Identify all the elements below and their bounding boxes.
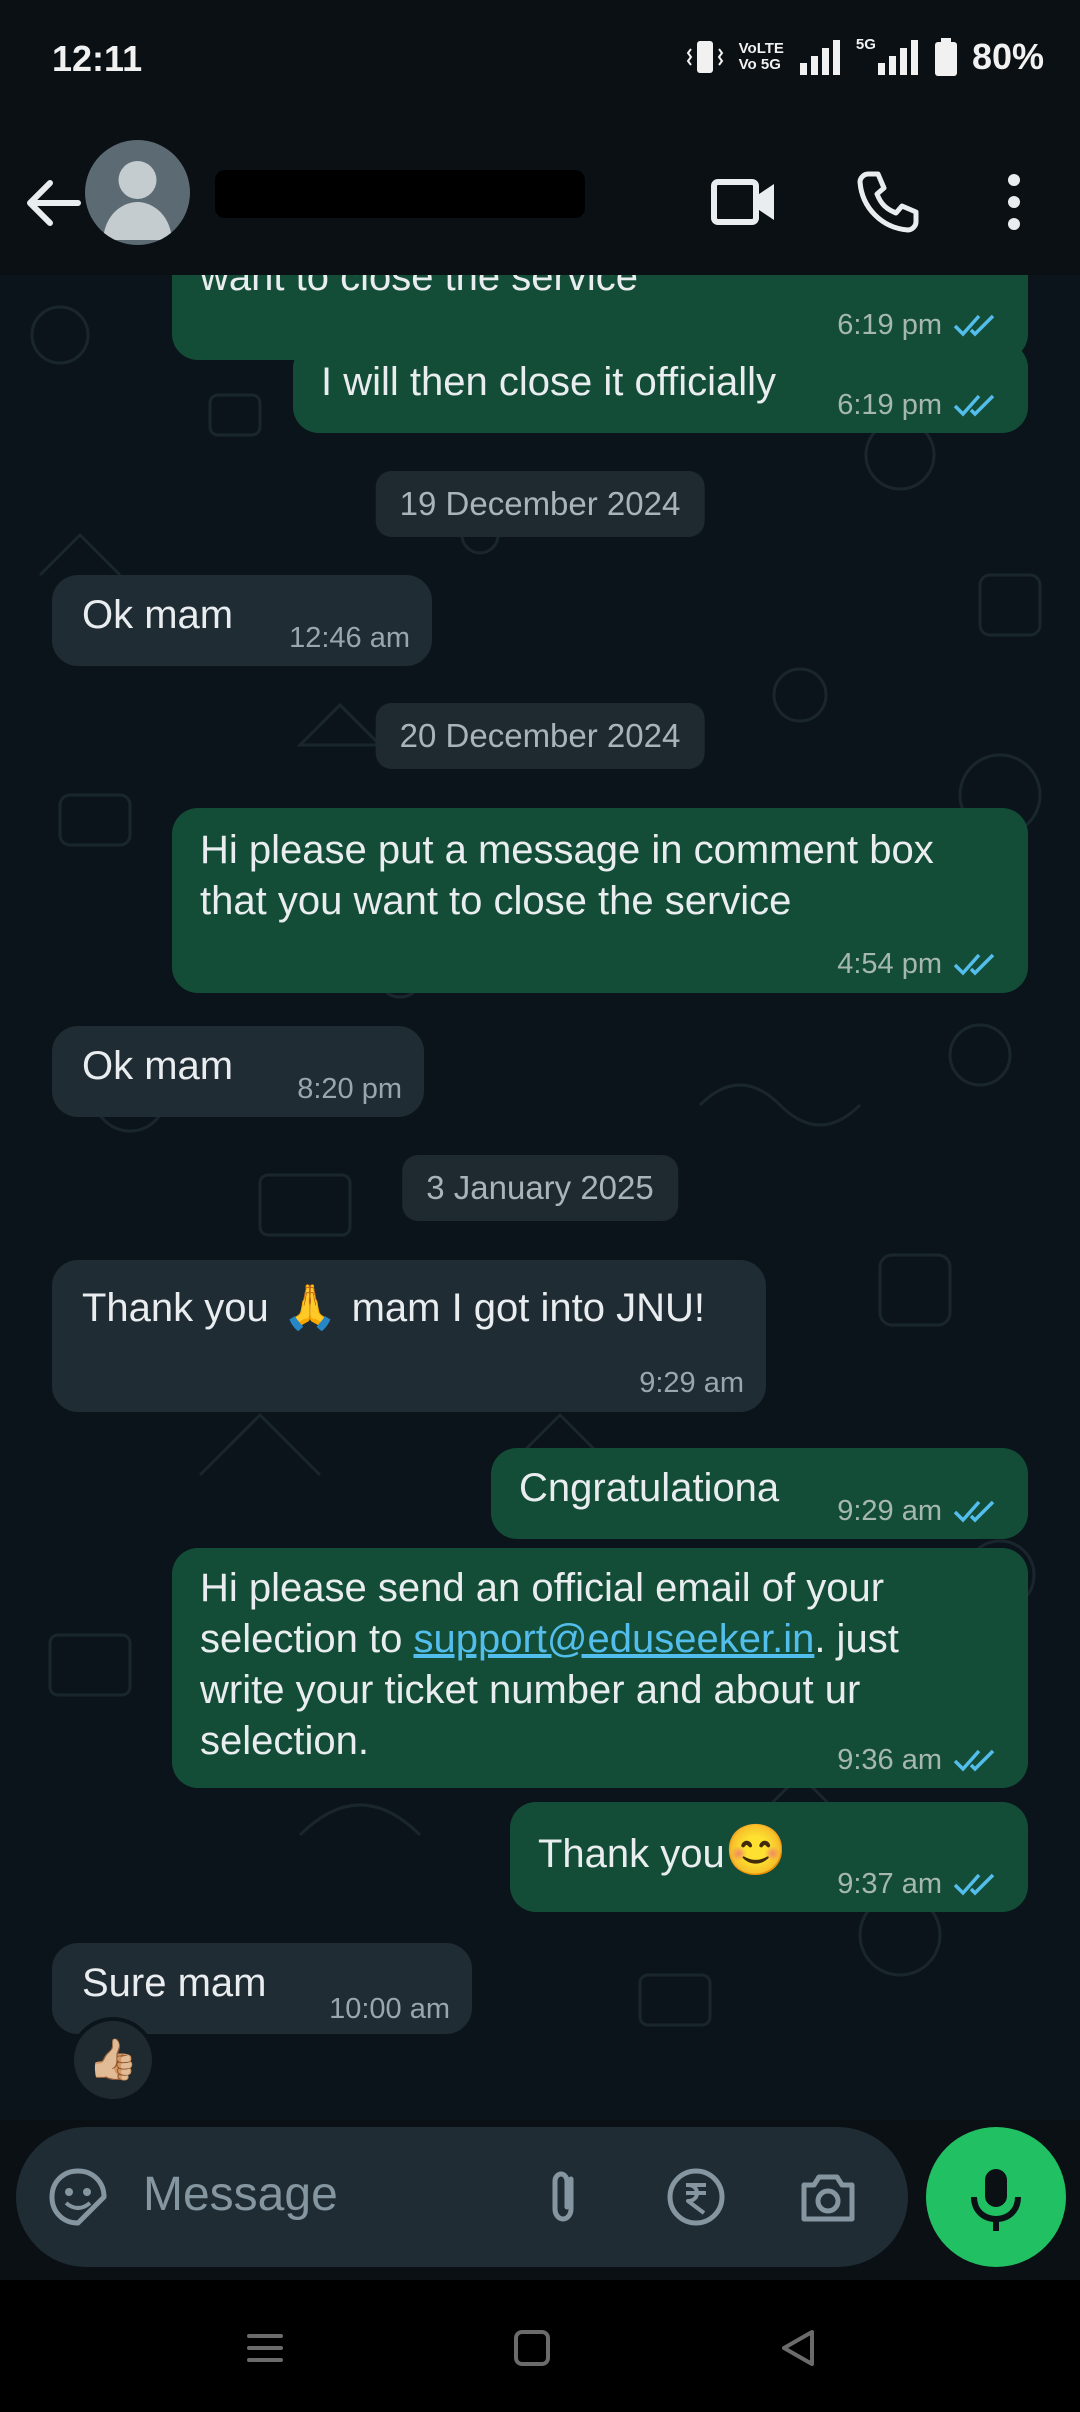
read-ticks-icon <box>953 1500 995 1523</box>
message-text: I will then close it officially <box>321 360 776 404</box>
system-nav-bar <box>0 2280 1080 2412</box>
message-text: Thank you 🙏 mam I got into JNU! <box>82 1282 705 1334</box>
email-link[interactable]: support@eduseeker.in <box>413 1617 814 1661</box>
chat-area[interactable]: want to close the service 6:19 pm I will… <box>0 275 1080 2120</box>
avatar[interactable] <box>85 140 190 245</box>
status-bar: 12:11 VoLTE Vo 5G 5G 80% <box>0 0 1080 130</box>
message-incoming[interactable]: Thank you 🙏 mam I got into JNU! 9:29 am <box>52 1260 766 1412</box>
rupee-payment-icon[interactable] <box>664 2165 728 2229</box>
message-meta: 4:54 pm <box>837 938 1002 990</box>
battery-percent: 80% <box>971 36 1044 77</box>
message-text-line: selection to support@eduseeker.in. just <box>200 1613 899 1665</box>
smiling-face-emoji: 😊 <box>724 1822 788 1878</box>
message-text-part: mam I got into JNU! <box>351 1286 706 1330</box>
message-meta: 9:29 am <box>837 1485 1002 1537</box>
message-text: Cngratulationa <box>519 1466 780 1510</box>
message-time: 9:29 am <box>837 1495 942 1527</box>
attach-icon[interactable] <box>531 2165 595 2229</box>
date-separator: 20 December 2024 <box>375 703 705 769</box>
home-icon[interactable] <box>502 2318 562 2378</box>
video-call-icon[interactable] <box>702 160 786 244</box>
contact-name-redacted[interactable] <box>215 170 585 218</box>
message-text-line: that you want to close the service <box>200 879 792 923</box>
date-separator: 3 January 2025 <box>402 1155 678 1221</box>
message-outgoing[interactable]: Cngratulationa 9:29 am <box>491 1448 1028 1539</box>
message-time: 9:29 am <box>639 1367 744 1399</box>
message-text-line: Hi please put a message in comment box <box>200 828 934 872</box>
message-meta: 10:00 am <box>329 1983 450 2035</box>
message-time: 12:46 am <box>289 622 410 654</box>
camera-icon[interactable] <box>796 2165 860 2229</box>
message-time: 9:37 am <box>837 1868 942 1900</box>
message-text-part: selection to <box>200 1617 414 1661</box>
vibrate-icon <box>686 41 723 73</box>
message-outgoing[interactable]: Thank you😊 9:37 am <box>510 1802 1028 1912</box>
default-avatar-icon <box>103 161 172 240</box>
message-time: 8:20 pm <box>297 1073 402 1105</box>
message-meta: 9:37 am <box>837 1858 1002 1910</box>
message-outgoing[interactable]: Hi please put a message in comment box t… <box>172 808 1028 993</box>
message-meta: 9:29 am <box>639 1357 744 1409</box>
recents-icon[interactable] <box>235 2318 295 2378</box>
back-icon[interactable] <box>768 2318 828 2378</box>
message-text: want to close the service <box>200 275 638 299</box>
read-ticks-icon <box>953 314 995 337</box>
message-text-line: write your ticket number and about ur <box>200 1668 861 1712</box>
message-incoming[interactable]: Ok mam 12:46 am <box>52 575 432 666</box>
read-ticks-icon <box>953 1873 995 1896</box>
reaction-thumbs-up[interactable]: 👍🏼 <box>70 2017 156 2103</box>
message-outgoing[interactable]: Hi please send an official email of your… <box>172 1548 1028 1788</box>
message-text: Ok mam <box>82 593 234 637</box>
signal-5g-icon <box>877 40 918 75</box>
read-ticks-icon <box>953 953 995 976</box>
5g-signal: 5G <box>856 37 920 77</box>
message-text: Ok mam <box>82 1044 234 1088</box>
message-time: 9:36 am <box>837 1744 942 1776</box>
date-separator: 19 December 2024 <box>375 471 705 537</box>
message-time: 4:54 pm <box>837 948 942 980</box>
read-ticks-icon <box>953 1749 995 1772</box>
volte-indicator: VoLTE Vo 5G <box>738 40 784 73</box>
message-text-part: . just <box>814 1617 899 1661</box>
message-input[interactable]: Message <box>143 2167 338 2222</box>
back-arrow-icon[interactable] <box>18 168 88 238</box>
more-vert-icon[interactable] <box>972 160 1056 244</box>
message-meta: 9:36 am <box>837 1734 1002 1786</box>
message-text-line: selection. <box>200 1719 369 1763</box>
message-time: 10:00 am <box>329 1993 450 2025</box>
status-time: 12:11 <box>52 38 143 79</box>
message-time: 6:19 pm <box>837 389 942 421</box>
message-text-line: Hi please send an official email of your <box>200 1566 885 1610</box>
message-meta: 6:19 pm <box>837 379 1002 431</box>
mic-button[interactable] <box>926 2127 1066 2267</box>
signal-icon <box>799 40 840 75</box>
sticker-icon[interactable] <box>46 2165 110 2229</box>
message-composer: Message <box>16 2127 908 2267</box>
message-text: Sure mam <box>82 1961 267 2005</box>
battery-icon <box>934 38 957 76</box>
message-text-part: Thank you <box>538 1832 725 1876</box>
read-ticks-icon <box>953 394 995 417</box>
message-outgoing[interactable]: I will then close it officially 6:19 pm <box>293 342 1028 433</box>
status-icons: VoLTE Vo 5G 5G 80% <box>685 36 1044 78</box>
folded-hands-emoji: 🙏 <box>282 1283 338 1332</box>
chat-header <box>0 130 1080 275</box>
phone-icon[interactable] <box>846 160 930 244</box>
message-meta: 12:46 am <box>289 612 410 664</box>
message-incoming[interactable]: Ok mam 8:20 pm <box>52 1026 424 1117</box>
mic-icon <box>971 2169 1021 2231</box>
message-meta: 8:20 pm <box>297 1063 402 1115</box>
message-text-part: Thank you <box>82 1286 269 1330</box>
message-text: Thank you😊 <box>538 1824 787 1880</box>
